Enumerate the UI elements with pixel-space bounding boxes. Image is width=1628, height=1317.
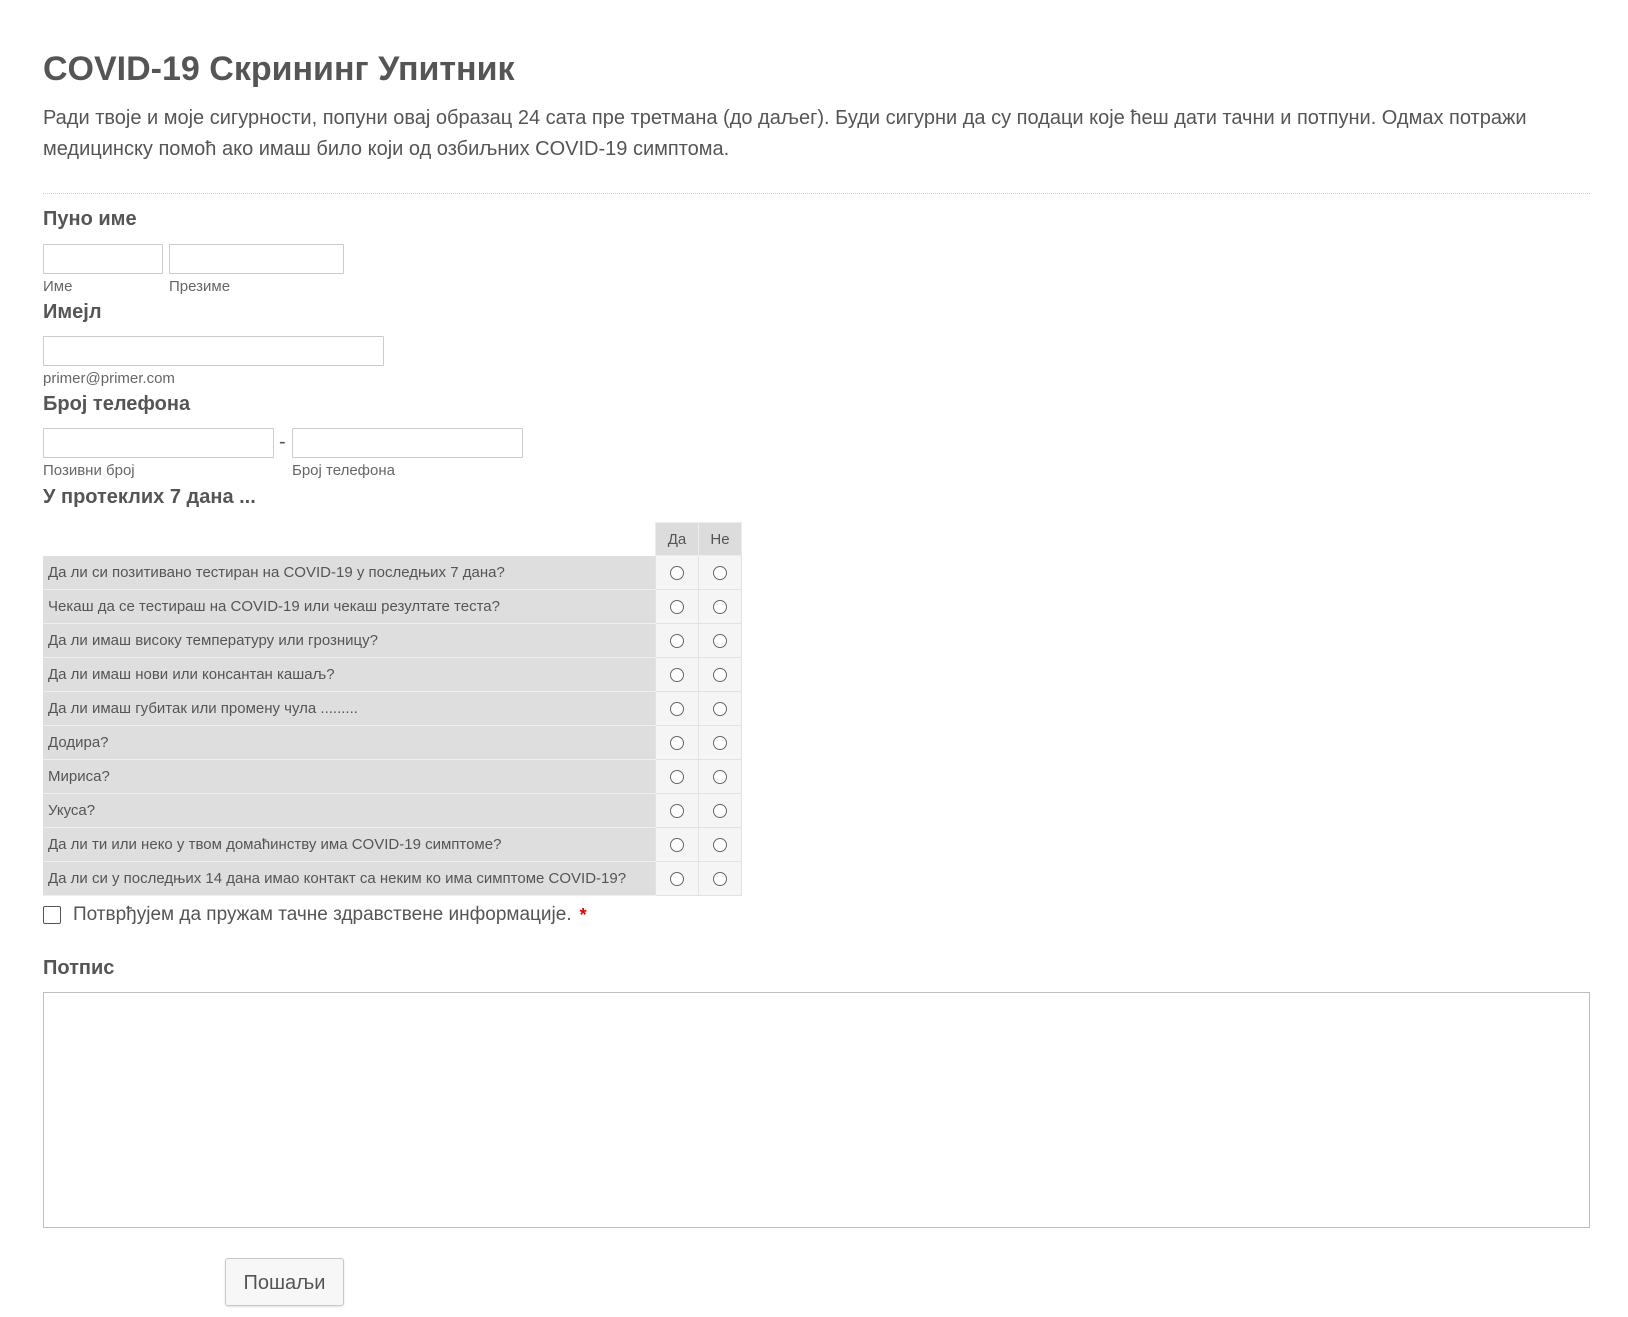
radio-yes[interactable] — [670, 872, 684, 887]
phone-separator: - — [279, 431, 286, 453]
radio-yes[interactable] — [670, 736, 684, 751]
symptom-matrix: Да Не Да ли си позитивано тестиран на CO… — [43, 522, 742, 896]
matrix-row: Да ли имаш високу температуру или грозни… — [43, 623, 742, 658]
divider — [43, 193, 1590, 194]
submit-button[interactable]: Пошаљи — [225, 1258, 344, 1306]
column-header-yes: Да — [655, 522, 699, 556]
row-question: Мириса? — [43, 759, 656, 794]
signature-label: Потпис — [43, 957, 115, 979]
first-name-input[interactable] — [43, 244, 163, 274]
radio-yes[interactable] — [670, 634, 684, 649]
radio-no[interactable] — [713, 566, 727, 581]
row-question: Да ли имаш нови или консантан кашаљ? — [43, 657, 656, 692]
matrix-row: Додира? — [43, 725, 742, 760]
phone-label: Број телефона — [43, 393, 191, 415]
matrix-row: Да ли имаш губитак или промену чула ....… — [43, 691, 742, 726]
matrix-row: Да ли имаш нови или консантан кашаљ? — [43, 657, 742, 692]
radio-no[interactable] — [713, 736, 727, 751]
area-code-sublabel: Позивни број — [43, 462, 135, 479]
row-question: Чекаш да се тестираш на COVID-19 или чек… — [43, 589, 656, 624]
confirm-checkbox[interactable] — [43, 906, 61, 924]
matrix-row: Да ли си позитивано тестиран на COVID-19… — [43, 555, 742, 590]
radio-yes[interactable] — [670, 804, 684, 819]
required-marker: * — [579, 904, 587, 925]
radio-no[interactable] — [713, 872, 727, 887]
radio-no[interactable] — [713, 600, 727, 615]
column-header-no: Не — [698, 522, 742, 556]
radio-no[interactable] — [713, 838, 727, 853]
row-question: Да ли ти или неко у твом домаћинству има… — [43, 827, 656, 862]
matrix-row: Мириса? — [43, 759, 742, 794]
last-name-input[interactable] — [169, 244, 344, 274]
email-sublabel: primer@primer.com — [43, 370, 175, 387]
phone-number-input[interactable] — [292, 428, 523, 458]
radio-yes[interactable] — [670, 566, 684, 581]
last-name-sublabel: Презиме — [169, 278, 231, 295]
matrix-corner — [43, 522, 656, 556]
row-question: Укуса? — [43, 793, 656, 828]
email-label: Имејл — [43, 301, 102, 323]
covid-screening-form: COVID-19 Скрининг Упитник Ради твоје и м… — [0, 0, 1628, 1317]
confirm-label: Потврђујем да пружам тачне здравствене и… — [73, 904, 572, 925]
radio-no[interactable] — [713, 634, 727, 649]
confirm-field: Потврђујем да пружам тачне здравствене и… — [43, 904, 587, 926]
area-code-input[interactable] — [43, 428, 274, 458]
email-input[interactable] — [43, 336, 384, 366]
form-intro: Ради твоје и моје сигурности, попуни ова… — [43, 107, 1527, 160]
matrix-label: У протеклих 7 дана ... — [43, 486, 256, 508]
row-question: Да ли си у последњих 14 дана имао контак… — [43, 861, 656, 896]
radio-yes[interactable] — [670, 838, 684, 853]
matrix-row: Чекаш да се тестираш на COVID-19 или чек… — [43, 589, 742, 624]
radio-no[interactable] — [713, 702, 727, 717]
full-name-label: Пуно име — [43, 208, 137, 230]
row-question: Додира? — [43, 725, 656, 760]
matrix-row: Да ли си у последњих 14 дана имао контак… — [43, 861, 742, 896]
radio-yes[interactable] — [670, 702, 684, 717]
form-title: COVID-19 Скрининг Упитник — [43, 50, 515, 88]
radio-yes[interactable] — [670, 770, 684, 785]
row-question: Да ли имаш високу температуру или грозни… — [43, 623, 656, 658]
matrix-row: Укуса? — [43, 793, 742, 828]
radio-no[interactable] — [713, 770, 727, 785]
radio-yes[interactable] — [670, 668, 684, 683]
phone-number-sublabel: Број телефона — [292, 462, 395, 479]
row-question: Да ли имаш губитак или промену чула ....… — [43, 691, 656, 726]
matrix-row: Да ли ти или неко у твом домаћинству има… — [43, 827, 742, 862]
radio-yes[interactable] — [670, 600, 684, 615]
row-question: Да ли си позитивано тестиран на COVID-19… — [43, 555, 656, 590]
signature-pad[interactable] — [43, 992, 1590, 1228]
radio-no[interactable] — [713, 804, 727, 819]
first-name-sublabel: Име — [43, 278, 73, 295]
radio-no[interactable] — [713, 668, 727, 683]
